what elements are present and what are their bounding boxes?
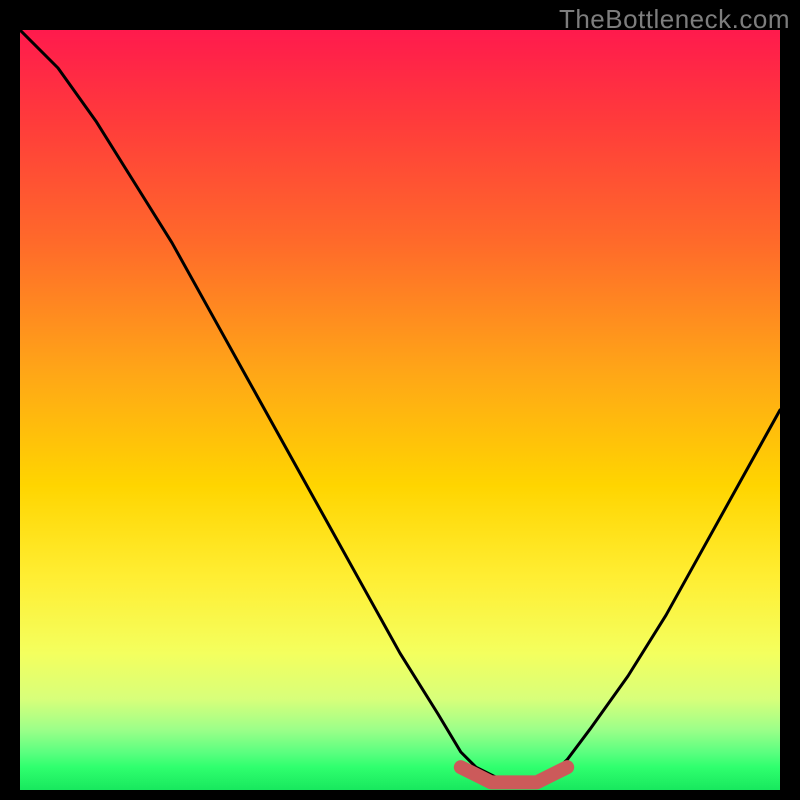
watermark-text: TheBottleneck.com bbox=[559, 4, 790, 35]
chart-frame bbox=[20, 30, 780, 790]
chart-svg bbox=[20, 30, 780, 790]
bottleneck-marker bbox=[461, 767, 567, 782]
bottleneck-curve bbox=[20, 30, 780, 782]
